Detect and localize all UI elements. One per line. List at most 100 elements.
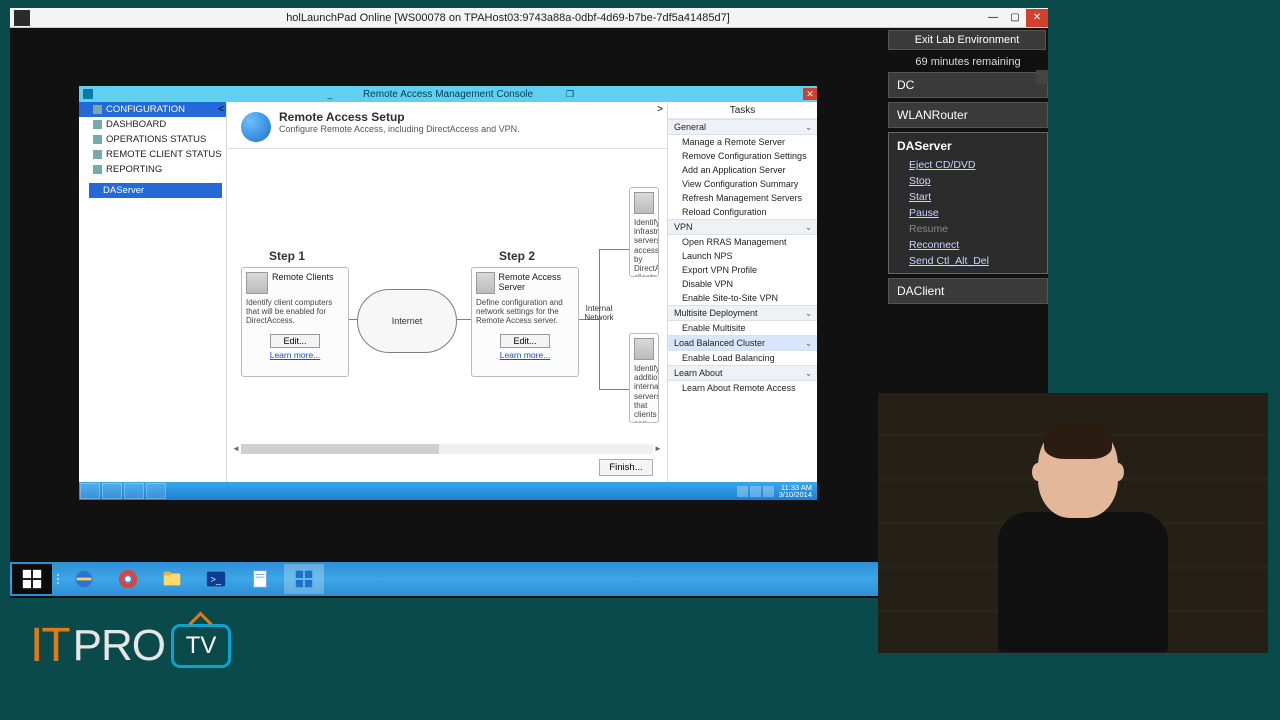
tasks-group-general[interactable]: General	[668, 119, 817, 135]
tray-flag-icon[interactable]	[737, 486, 748, 497]
tasks-group-loadbalanced[interactable]: Load Balanced Cluster	[668, 335, 817, 351]
step1-label: Step 1	[269, 249, 305, 263]
step2-label: Step 2	[499, 249, 535, 263]
nav-item-reporting[interactable]: REPORTING	[79, 162, 226, 177]
tray-sound-icon[interactable]	[763, 486, 774, 497]
report-icon	[93, 165, 102, 174]
vm-taskbar-explorer-icon[interactable]	[124, 483, 144, 499]
task-enable-s2s-vpn[interactable]: Enable Site-to-Site VPN	[668, 291, 817, 305]
presenter-video	[878, 393, 1268, 653]
task-reload-config[interactable]: Reload Configuration	[668, 205, 817, 219]
vm-daserver-header[interactable]: DAServer	[895, 137, 1041, 157]
vm-action-pause[interactable]: Pause	[895, 205, 1041, 221]
vm-action-start[interactable]: Start	[895, 189, 1041, 205]
vm-action-resume: Resume	[895, 221, 1041, 237]
vm-action-eject[interactable]: Eject CD/DVD	[895, 157, 1041, 173]
taskbar-launchpad-icon[interactable]	[284, 564, 324, 594]
hero-subtitle: Configure Remote Access, including Direc…	[279, 124, 520, 134]
taskbar-notepad-icon[interactable]	[240, 564, 280, 594]
nav-collapse-icon[interactable]: <	[218, 104, 224, 115]
scrollbar-up-icon[interactable]	[1036, 70, 1048, 84]
start-button[interactable]	[12, 564, 52, 594]
task-open-rras[interactable]: Open RRAS Management	[668, 235, 817, 249]
task-launch-nps[interactable]: Launch NPS	[668, 249, 817, 263]
ra-server-icon	[476, 272, 495, 294]
taskbar-chrome-icon[interactable]	[108, 564, 148, 594]
step4-box: Identify additional internal servers tha…	[629, 333, 659, 423]
nav-server-daserver[interactable]: DAServer	[89, 183, 222, 198]
close-button[interactable]: ✕	[1026, 9, 1048, 27]
taskbar-grip-icon[interactable]	[54, 574, 62, 584]
vm-daclient[interactable]: DAClient	[888, 278, 1048, 304]
vm-wlanrouter[interactable]: WLANRouter	[888, 102, 1048, 128]
window-title: holLaunchPad Online [WS00078 on TPAHost0…	[34, 12, 982, 24]
step1-learn-link[interactable]: Learn more...	[246, 350, 344, 360]
task-remove-config[interactable]: Remove Configuration Settings	[668, 149, 817, 163]
task-refresh-mgmt-servers[interactable]: Refresh Management Servers	[668, 191, 817, 205]
dashboard-icon	[93, 120, 102, 129]
vm-action-reconnect[interactable]: Reconnect	[895, 237, 1041, 253]
step2-edit-button[interactable]: Edit...	[500, 334, 550, 348]
nav-item-dashboard[interactable]: DASHBOARD	[79, 117, 226, 132]
scroll-track[interactable]	[241, 444, 653, 454]
vm-taskbar-server-manager-icon[interactable]	[80, 483, 100, 499]
tray-network-icon[interactable]	[750, 486, 761, 497]
task-manage-remote-server[interactable]: Manage a Remote Server	[668, 135, 817, 149]
task-export-vpn-profile[interactable]: Export VPN Profile	[668, 263, 817, 277]
mmc-nav-pane: < CONFIGURATION DASHBOARD OPERATIONS STA…	[79, 102, 227, 482]
task-view-config-summary[interactable]: View Configuration Summary	[668, 177, 817, 191]
config-icon	[93, 105, 102, 114]
step1-edit-button[interactable]: Edit...	[270, 334, 320, 348]
taskbar-explorer-icon[interactable]	[152, 564, 192, 594]
connector	[457, 319, 471, 320]
vm-tray: 11:33 AM 3/10/2014	[737, 484, 817, 499]
scroll-right-icon[interactable]: ►	[653, 444, 663, 454]
taskbar-ie-icon[interactable]	[64, 564, 104, 594]
scroll-thumb[interactable]	[241, 444, 439, 454]
tasks-group-multisite[interactable]: Multisite Deployment	[668, 305, 817, 321]
host-taskbar: >_	[10, 562, 878, 596]
task-disable-vpn[interactable]: Disable VPN	[668, 277, 817, 291]
vm-dc[interactable]: DC	[888, 72, 1048, 98]
nav-item-remote-client-status[interactable]: REMOTE CLIENT STATUS	[79, 147, 226, 162]
hero-collapse-icon[interactable]: >	[657, 104, 663, 115]
scroll-left-icon[interactable]: ◄	[231, 444, 241, 454]
presenter-figure	[998, 423, 1158, 653]
vm-taskbar-mmc-icon[interactable]	[146, 483, 166, 499]
task-add-app-server[interactable]: Add an Application Server	[668, 163, 817, 177]
task-learn-about-ra[interactable]: Learn About Remote Access	[668, 381, 817, 395]
exit-lab-button[interactable]: Exit Lab Environment	[888, 30, 1046, 50]
mmc-center-pane: Remote Access Setup Configure Remote Acc…	[227, 102, 667, 482]
tasks-group-vpn[interactable]: VPN	[668, 219, 817, 235]
mmc-titlebar: Remote Access Management Console _ ❐ ✕	[79, 86, 817, 102]
nav-label: REPORTING	[106, 164, 162, 175]
tasks-group-learn[interactable]: Learn About	[668, 365, 817, 381]
vm-clock[interactable]: 11:33 AM 3/10/2014	[776, 484, 815, 499]
ear-icon	[1112, 463, 1124, 481]
vm-taskbar: 11:33 AM 3/10/2014	[79, 482, 817, 500]
presenter-hair	[1044, 419, 1112, 459]
step2-learn-link[interactable]: Learn more...	[476, 350, 574, 360]
logo-tv-text: TV	[186, 632, 217, 660]
step3-box: Identify infrastructure servers accessed…	[629, 187, 659, 277]
task-enable-multisite[interactable]: Enable Multisite	[668, 321, 817, 335]
nav-item-operations-status[interactable]: OPERATIONS STATUS	[79, 132, 226, 147]
hero-title: Remote Access Setup	[279, 110, 520, 124]
task-enable-load-balancing[interactable]: Enable Load Balancing	[668, 351, 817, 365]
vm-action-stop[interactable]: Stop	[895, 173, 1041, 189]
minimize-button[interactable]: —	[982, 9, 1004, 27]
infra-icon	[634, 192, 654, 214]
taskbar-powershell-icon[interactable]: >_	[196, 564, 236, 594]
horizontal-scrollbar[interactable]: ◄ ►	[231, 444, 663, 454]
step2-desc: Define configuration and network setting…	[476, 298, 574, 326]
nav-item-configuration[interactable]: CONFIGURATION	[79, 102, 226, 117]
outer-titlebar: holLaunchPad Online [WS00078 on TPAHost0…	[10, 8, 1048, 28]
vm-taskbar-powershell-icon[interactable]	[102, 483, 122, 499]
vm-action-ctlaltdel[interactable]: Send Ctl_Alt_Del	[895, 253, 1041, 269]
remote-clients-icon	[246, 272, 268, 294]
maximize-button[interactable]: ▢	[1004, 9, 1026, 27]
connector	[599, 389, 629, 390]
finish-button[interactable]: Finish...	[599, 459, 653, 476]
mmc-title-text: Remote Access Management Console	[79, 89, 817, 100]
step1-title: Remote Clients	[272, 272, 334, 282]
